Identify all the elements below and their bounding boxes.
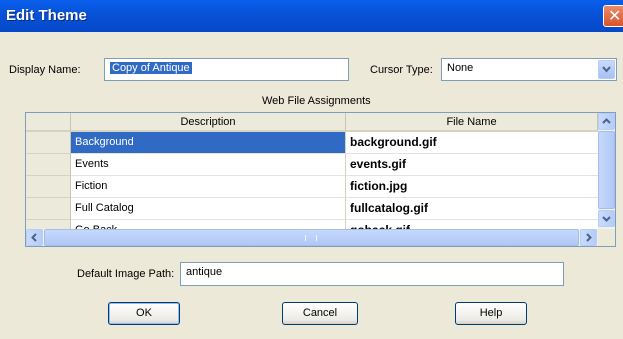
chevron-up-icon: [602, 118, 611, 124]
row-header-corner: [26, 113, 71, 132]
default-image-path-field[interactable]: antique: [180, 262, 564, 286]
vertical-scroll-thumb[interactable]: [598, 131, 615, 209]
display-name-label: Display Name:: [9, 64, 81, 76]
chevron-left-icon: [31, 233, 37, 242]
scrollbar-corner: [598, 229, 615, 246]
column-header-file-name[interactable]: File Name: [346, 113, 598, 132]
chevron-down-icon: [602, 66, 611, 73]
default-image-path-value: antique: [186, 266, 223, 278]
scroll-down-button[interactable]: [598, 210, 615, 227]
chevron-down-icon: [602, 216, 611, 222]
close-icon: ✕: [608, 6, 622, 25]
table-row[interactable]: Fiction fiction.jpg: [26, 176, 598, 198]
edit-theme-dialog: Edit Theme ✕ Display Name: Copy of Antiq…: [0, 0, 623, 339]
table-row[interactable]: Full Catalog fullcatalog.gif: [26, 198, 598, 220]
row-header[interactable]: [26, 132, 71, 154]
cursor-type-label: Cursor Type:: [370, 64, 433, 76]
display-name-field[interactable]: Copy of Antique: [104, 58, 349, 81]
cancel-button[interactable]: Cancel: [282, 302, 358, 325]
chevron-right-icon: [586, 233, 592, 242]
scroll-grip: [305, 235, 317, 241]
description-cell[interactable]: Full Catalog: [71, 198, 346, 220]
table-row[interactable]: Background background.gif: [26, 132, 598, 154]
file-name-cell[interactable]: fiction.jpg: [346, 176, 598, 198]
file-name-cell[interactable]: background.gif: [346, 132, 598, 154]
scroll-right-button[interactable]: [580, 229, 597, 246]
file-name-cell[interactable]: events.gif: [346, 154, 598, 176]
dialog-title: Edit Theme: [6, 7, 87, 24]
default-image-path-label: Default Image Path:: [77, 268, 175, 280]
dropdown-arrow-button[interactable]: [598, 60, 615, 79]
file-name-cell[interactable]: fullcatalog.gif: [346, 198, 598, 220]
description-cell[interactable]: Fiction: [71, 176, 346, 198]
close-button[interactable]: ✕: [603, 5, 623, 27]
ok-button[interactable]: OK: [108, 302, 180, 325]
row-header[interactable]: [26, 176, 71, 198]
web-file-assignments-caption: Web File Assignments: [262, 95, 371, 107]
row-header[interactable]: [26, 198, 71, 220]
cursor-type-select[interactable]: None: [441, 58, 617, 81]
table-row[interactable]: Events events.gif: [26, 154, 598, 176]
scroll-left-button[interactable]: [26, 229, 43, 246]
cursor-type-value: None: [447, 62, 474, 74]
horizontal-scrollbar[interactable]: [26, 229, 598, 246]
help-button[interactable]: Help: [455, 302, 527, 325]
row-header[interactable]: [26, 154, 71, 176]
description-cell[interactable]: Background: [71, 132, 346, 154]
description-cell[interactable]: Events: [71, 154, 346, 176]
display-name-value: Copy of Antique: [110, 62, 192, 74]
title-bar[interactable]: Edit Theme ✕: [0, 0, 623, 32]
vertical-scrollbar[interactable]: [598, 113, 615, 229]
web-file-table: Description File Name Background backgro…: [25, 112, 616, 247]
column-header-description[interactable]: Description: [71, 113, 346, 132]
scroll-up-button[interactable]: [598, 113, 615, 130]
horizontal-scroll-thumb[interactable]: [44, 229, 579, 246]
